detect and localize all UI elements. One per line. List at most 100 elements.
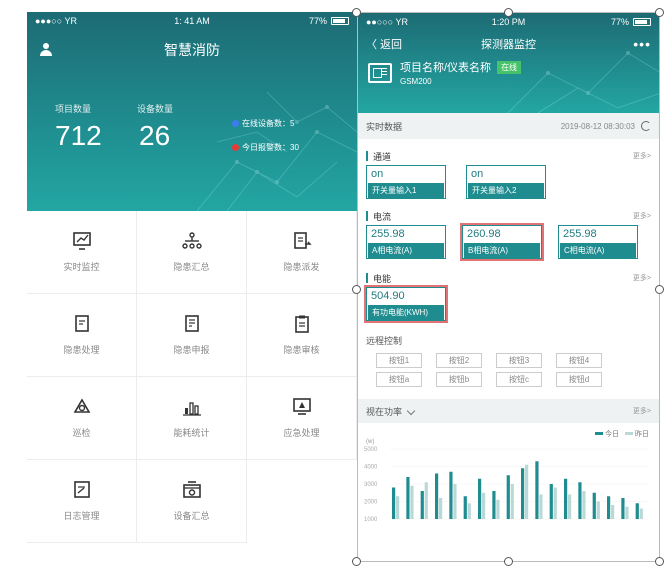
remote-control-title: 远程控制 [366, 336, 403, 346]
bar-today [478, 478, 482, 519]
bar-yesterday [482, 492, 486, 519]
info-icon [232, 120, 239, 127]
timestamp: 2019-08-12 08:30:03 [560, 121, 635, 131]
value-card-highlighted[interactable]: 260.98 B相电流(A) [460, 223, 544, 261]
status-time: 1:20 PM [491, 17, 526, 27]
grid-item-hazard-review[interactable]: 隐患审核 [247, 294, 357, 377]
control-button[interactable]: 按钮c [496, 372, 542, 387]
bar-yesterday [510, 484, 514, 519]
section-title: 电流 [373, 211, 392, 222]
monitor-chart-icon [72, 231, 91, 250]
value-card[interactable]: on 开关量输入2 [466, 165, 546, 199]
resize-handle[interactable] [504, 8, 513, 17]
realtime-data-bar: 实时数据 2019-08-12 08:30:03 [358, 113, 659, 139]
chart-legend: 今日 昨日 [595, 429, 649, 439]
grid-item-label: 应急处理 [283, 427, 320, 438]
bar-today [492, 491, 496, 519]
value-card[interactable]: 255.98 A相电流(A) [366, 225, 446, 259]
bar-yesterday [582, 491, 586, 519]
bar-yesterday [467, 503, 471, 519]
device-count-value: 26 [139, 120, 171, 151]
app-title: 智慧消防 [164, 42, 220, 58]
y-tick-label: 5000 [364, 447, 378, 453]
alert-icon [232, 144, 239, 151]
grid-item-hazard-summary[interactable]: 隐患汇总 [137, 211, 247, 294]
bar-yesterday [424, 482, 428, 519]
patrol-icon [73, 397, 90, 413]
section-title: 通道 [373, 151, 392, 162]
detector-header: ●●○○○ YR 1:20 PM 77% 〈 返回 探测器监控 ••• 项目名称… [358, 13, 659, 113]
resize-handle[interactable] [352, 285, 361, 294]
grid-item-hazard-report[interactable]: 隐患申报 [137, 294, 247, 377]
grid-item-realtime-monitor[interactable]: 实时监控 [27, 211, 137, 294]
battery-icon [331, 17, 349, 25]
grid-item-label: 日志管理 [63, 510, 100, 521]
device-count-label: 设备数量 [137, 104, 174, 114]
grid-item-log[interactable]: 日志管理 [27, 460, 137, 543]
project-count-value: 712 [55, 120, 102, 151]
remote-button-row: 按钮a 按钮b 按钮c 按钮d [358, 372, 659, 387]
resize-handle[interactable] [504, 557, 513, 566]
power-dropdown[interactable]: 视在功率 [366, 405, 402, 418]
control-button[interactable]: 按钮3 [496, 353, 542, 368]
grid-item-label: 巡检 [72, 427, 91, 438]
chevron-down-icon [406, 406, 416, 416]
bar-yesterday [496, 499, 500, 519]
meter-icon [368, 62, 392, 83]
grid-item-device-summary[interactable]: 设备汇总 [137, 460, 247, 543]
resize-handle[interactable] [655, 557, 664, 566]
resize-handle[interactable] [655, 8, 664, 17]
bar-today [463, 496, 467, 519]
grid-item-hazard-dispatch[interactable]: 隐患派发 [247, 211, 357, 294]
feature-grid: 实时监控 隐患汇总 隐患派发 隐患处理 隐患申报 隐患审核 巡检 能耗统计 应急… [27, 211, 357, 546]
dispatch-icon [293, 231, 312, 249]
control-button[interactable]: 按钮a [376, 372, 422, 387]
log-icon [73, 480, 90, 498]
more-link[interactable]: 更多> [633, 273, 651, 283]
apparent-power-bar[interactable]: 视在功率 更多> [358, 399, 659, 423]
resize-handle[interactable] [352, 557, 361, 566]
current-section: 电流 更多> 255.98 A相电流(A) 260.98 B相电流(A) 255.98… [358, 207, 659, 261]
bar-yesterday [553, 487, 557, 519]
control-button[interactable]: 按钮1 [376, 353, 422, 368]
status-time: 1: 41 AM [174, 16, 210, 26]
y-tick-label: 3000 [364, 482, 378, 488]
more-link[interactable]: 更多> [633, 406, 651, 416]
value-card[interactable]: 255.98 C相电流(A) [558, 225, 638, 259]
status-bar: ●●●○○ YR 1: 41 AM 77% [27, 12, 357, 30]
resize-handle[interactable] [352, 8, 361, 17]
bar-yesterday [396, 496, 400, 519]
control-button[interactable]: 按钮4 [556, 353, 602, 368]
hierarchy-icon [181, 231, 202, 249]
grid-item-label: 能耗统计 [173, 427, 210, 438]
grid-item-energy-stats[interactable]: 能耗统计 [137, 377, 247, 460]
bar-today [506, 475, 510, 519]
emergency-icon [292, 397, 311, 415]
grid-item-emergency[interactable]: 应急处理 [247, 377, 357, 460]
y-tick-label: 2000 [364, 500, 378, 506]
y-tick-label: 1000 [364, 517, 378, 523]
grid-item-label: 实时监控 [63, 261, 100, 272]
more-link[interactable]: 更多> [633, 151, 651, 161]
value-card[interactable]: on 开关量输入1 [366, 165, 446, 199]
resize-handle[interactable] [655, 285, 664, 294]
control-button[interactable]: 按钮d [556, 372, 602, 387]
bar-today [549, 484, 553, 519]
energy-section: 电能 更多> 504.90 有功电能(KWH) [358, 269, 659, 323]
grid-item-patrol[interactable]: 巡检 [27, 377, 137, 460]
value-card-highlighted[interactable]: 504.90 有功电能(KWH) [364, 285, 448, 323]
bar-today [521, 468, 525, 519]
grid-item-hazard-handle[interactable]: 隐患处理 [27, 294, 137, 377]
y-tick-label: 4000 [364, 465, 378, 471]
clipboard-icon [294, 315, 309, 333]
control-button[interactable]: 按钮b [436, 372, 482, 387]
more-link[interactable]: 更多> [633, 211, 651, 221]
grid-item-label: 隐患处理 [63, 344, 100, 355]
control-button[interactable]: 按钮2 [436, 353, 482, 368]
power-chart: 今日 昨日 (w) 5000 4000 3000 2000 1000 [358, 423, 659, 523]
home-screen: ●●●○○ YR 1: 41 AM 77% 智慧消防 项目数量 设备数量 712… [27, 12, 357, 546]
refresh-icon[interactable] [641, 121, 651, 131]
bar-yesterday [568, 494, 572, 519]
bar-yesterday [596, 501, 600, 519]
legend-item: 今日 [595, 429, 619, 439]
